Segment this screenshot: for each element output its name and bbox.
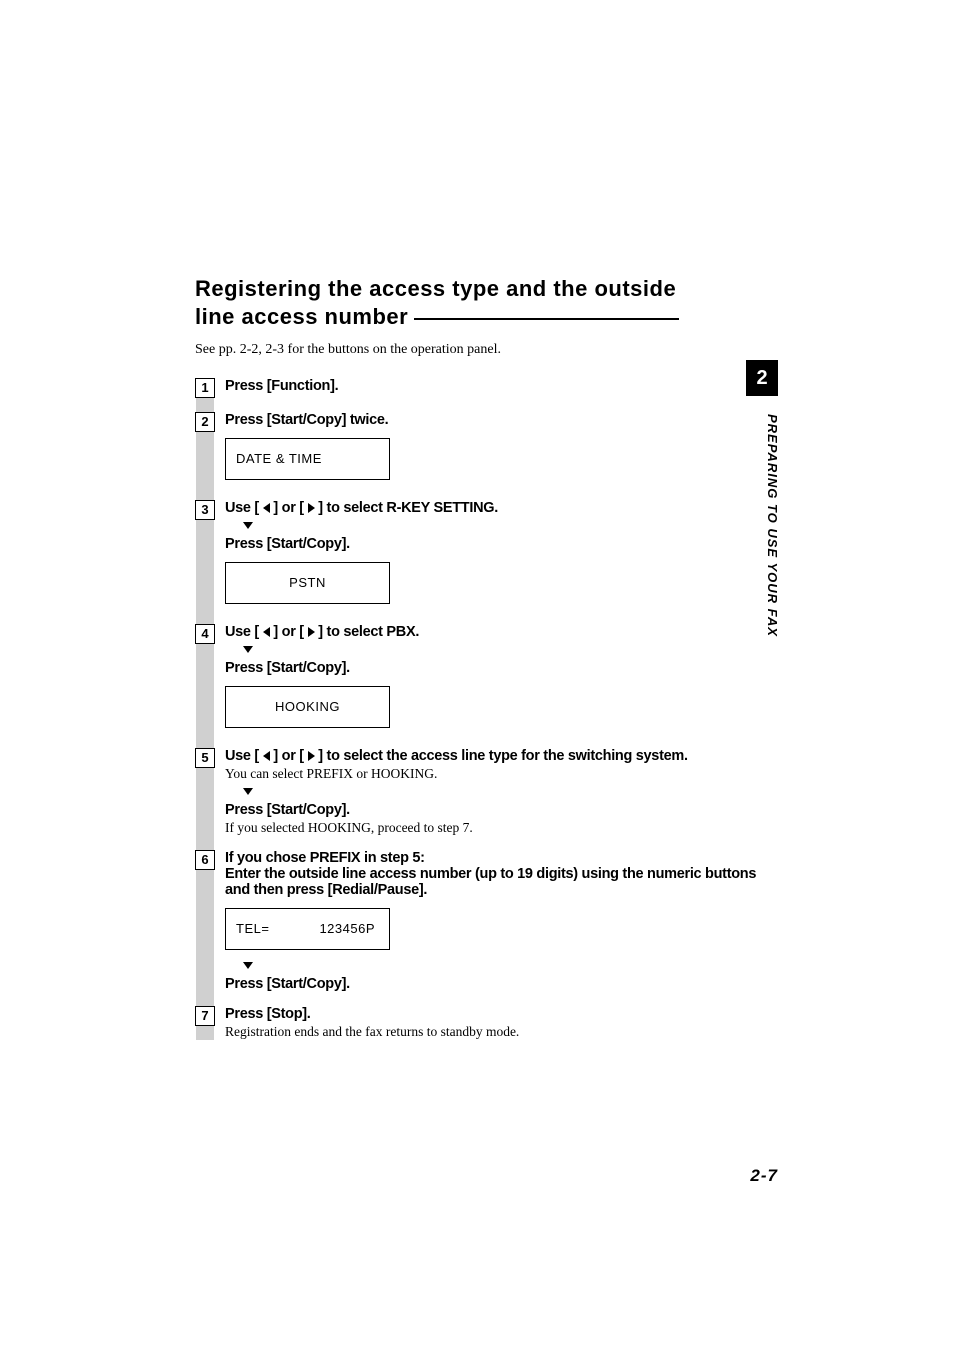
step-number: 6	[195, 850, 215, 870]
heading-line-1: Registering the access type and the outs…	[195, 276, 676, 301]
left-arrow-icon	[263, 503, 270, 513]
lcd-right: 123456P	[319, 921, 375, 949]
heading-line-2: line access number	[195, 304, 408, 329]
step-5: 5 Use [ ] or [ ] to select the access li…	[195, 748, 765, 836]
down-arrow-icon	[243, 646, 253, 653]
step-number: 7	[195, 1006, 215, 1026]
intro-text: See pp. 2-2, 2-3 for the buttons on the …	[195, 342, 765, 358]
page-content: Registering the access type and the outs…	[195, 275, 765, 1040]
chapter-side-label: PREPARING TO USE YOUR FAX	[748, 410, 780, 690]
steps-list: 1 Press [Function]. 2 Press [Start/Copy]…	[195, 378, 765, 1040]
step-title: Press [Function].	[225, 378, 338, 394]
down-arrow-icon	[243, 522, 253, 529]
step-note: Registration ends and the fax returns to…	[225, 1024, 765, 1040]
right-arrow-icon	[308, 751, 315, 761]
chapter-tab: 2	[746, 360, 778, 396]
text: ] to select the access line type for the…	[315, 748, 688, 764]
lcd-display: DATE & TIME	[225, 438, 390, 480]
right-arrow-icon	[308, 503, 315, 513]
left-arrow-icon	[263, 751, 270, 761]
step-number: 5	[195, 748, 215, 768]
step-4: 4 Use [ ] or [ ] to select PBX. Press [S…	[195, 624, 765, 734]
down-arrow-icon	[243, 962, 253, 969]
press-instruction: Press [Start/Copy].	[225, 802, 765, 818]
text: ] to select R-KEY SETTING.	[315, 500, 498, 516]
left-arrow-icon	[263, 627, 270, 637]
text: ] to select PBX.	[315, 624, 420, 640]
step-number: 4	[195, 624, 215, 644]
lcd-display: TEL= 123456P	[225, 908, 390, 950]
step-title: Use [ ] or [ ] to select the access line…	[225, 748, 765, 764]
heading-rule	[414, 318, 679, 320]
press-instruction: Press [Start/Copy].	[225, 660, 765, 676]
text: ] or [	[270, 624, 308, 640]
page-number: 2-7	[750, 1166, 778, 1186]
text: ] or [	[270, 748, 308, 764]
text: Use [	[225, 748, 263, 764]
step-note: If you selected HOOKING, proceed to step…	[225, 820, 765, 836]
step-line-2: Enter the outside line access number (up…	[225, 866, 765, 898]
text: Use [	[225, 500, 263, 516]
step-accent-bar	[196, 378, 214, 1040]
step-title: Press [Stop].	[225, 1006, 765, 1022]
lcd-display: PSTN	[225, 562, 390, 604]
lcd-display: HOOKING	[225, 686, 390, 728]
step-title: Use [ ] or [ ] to select PBX.	[225, 624, 765, 640]
step-title: Use [ ] or [ ] to select R-KEY SETTING.	[225, 500, 765, 516]
press-instruction: Press [Start/Copy].	[225, 536, 765, 552]
step-7: 7 Press [Stop]. Registration ends and th…	[195, 1006, 765, 1040]
step-6: 6 If you chose PREFIX in step 5: Enter t…	[195, 850, 765, 992]
right-arrow-icon	[308, 627, 315, 637]
down-arrow-icon	[243, 788, 253, 795]
step-1: 1 Press [Function].	[195, 378, 765, 398]
step-note: You can select PREFIX or HOOKING.	[225, 766, 765, 782]
text: ] or [	[270, 500, 308, 516]
section-heading: Registering the access type and the outs…	[195, 275, 765, 330]
text: Use [	[225, 624, 263, 640]
step-number: 2	[195, 412, 215, 432]
step-line-1: If you chose PREFIX in step 5:	[225, 850, 765, 866]
lcd-left: TEL=	[236, 921, 269, 949]
step-number: 3	[195, 500, 215, 520]
step-title: Press [Start/Copy] twice.	[225, 412, 765, 428]
press-instruction: Press [Start/Copy].	[225, 976, 765, 992]
step-2: 2 Press [Start/Copy] twice. DATE & TIME	[195, 412, 765, 486]
step-number: 1	[195, 378, 215, 398]
step-3: 3 Use [ ] or [ ] to select R-KEY SETTING…	[195, 500, 765, 610]
